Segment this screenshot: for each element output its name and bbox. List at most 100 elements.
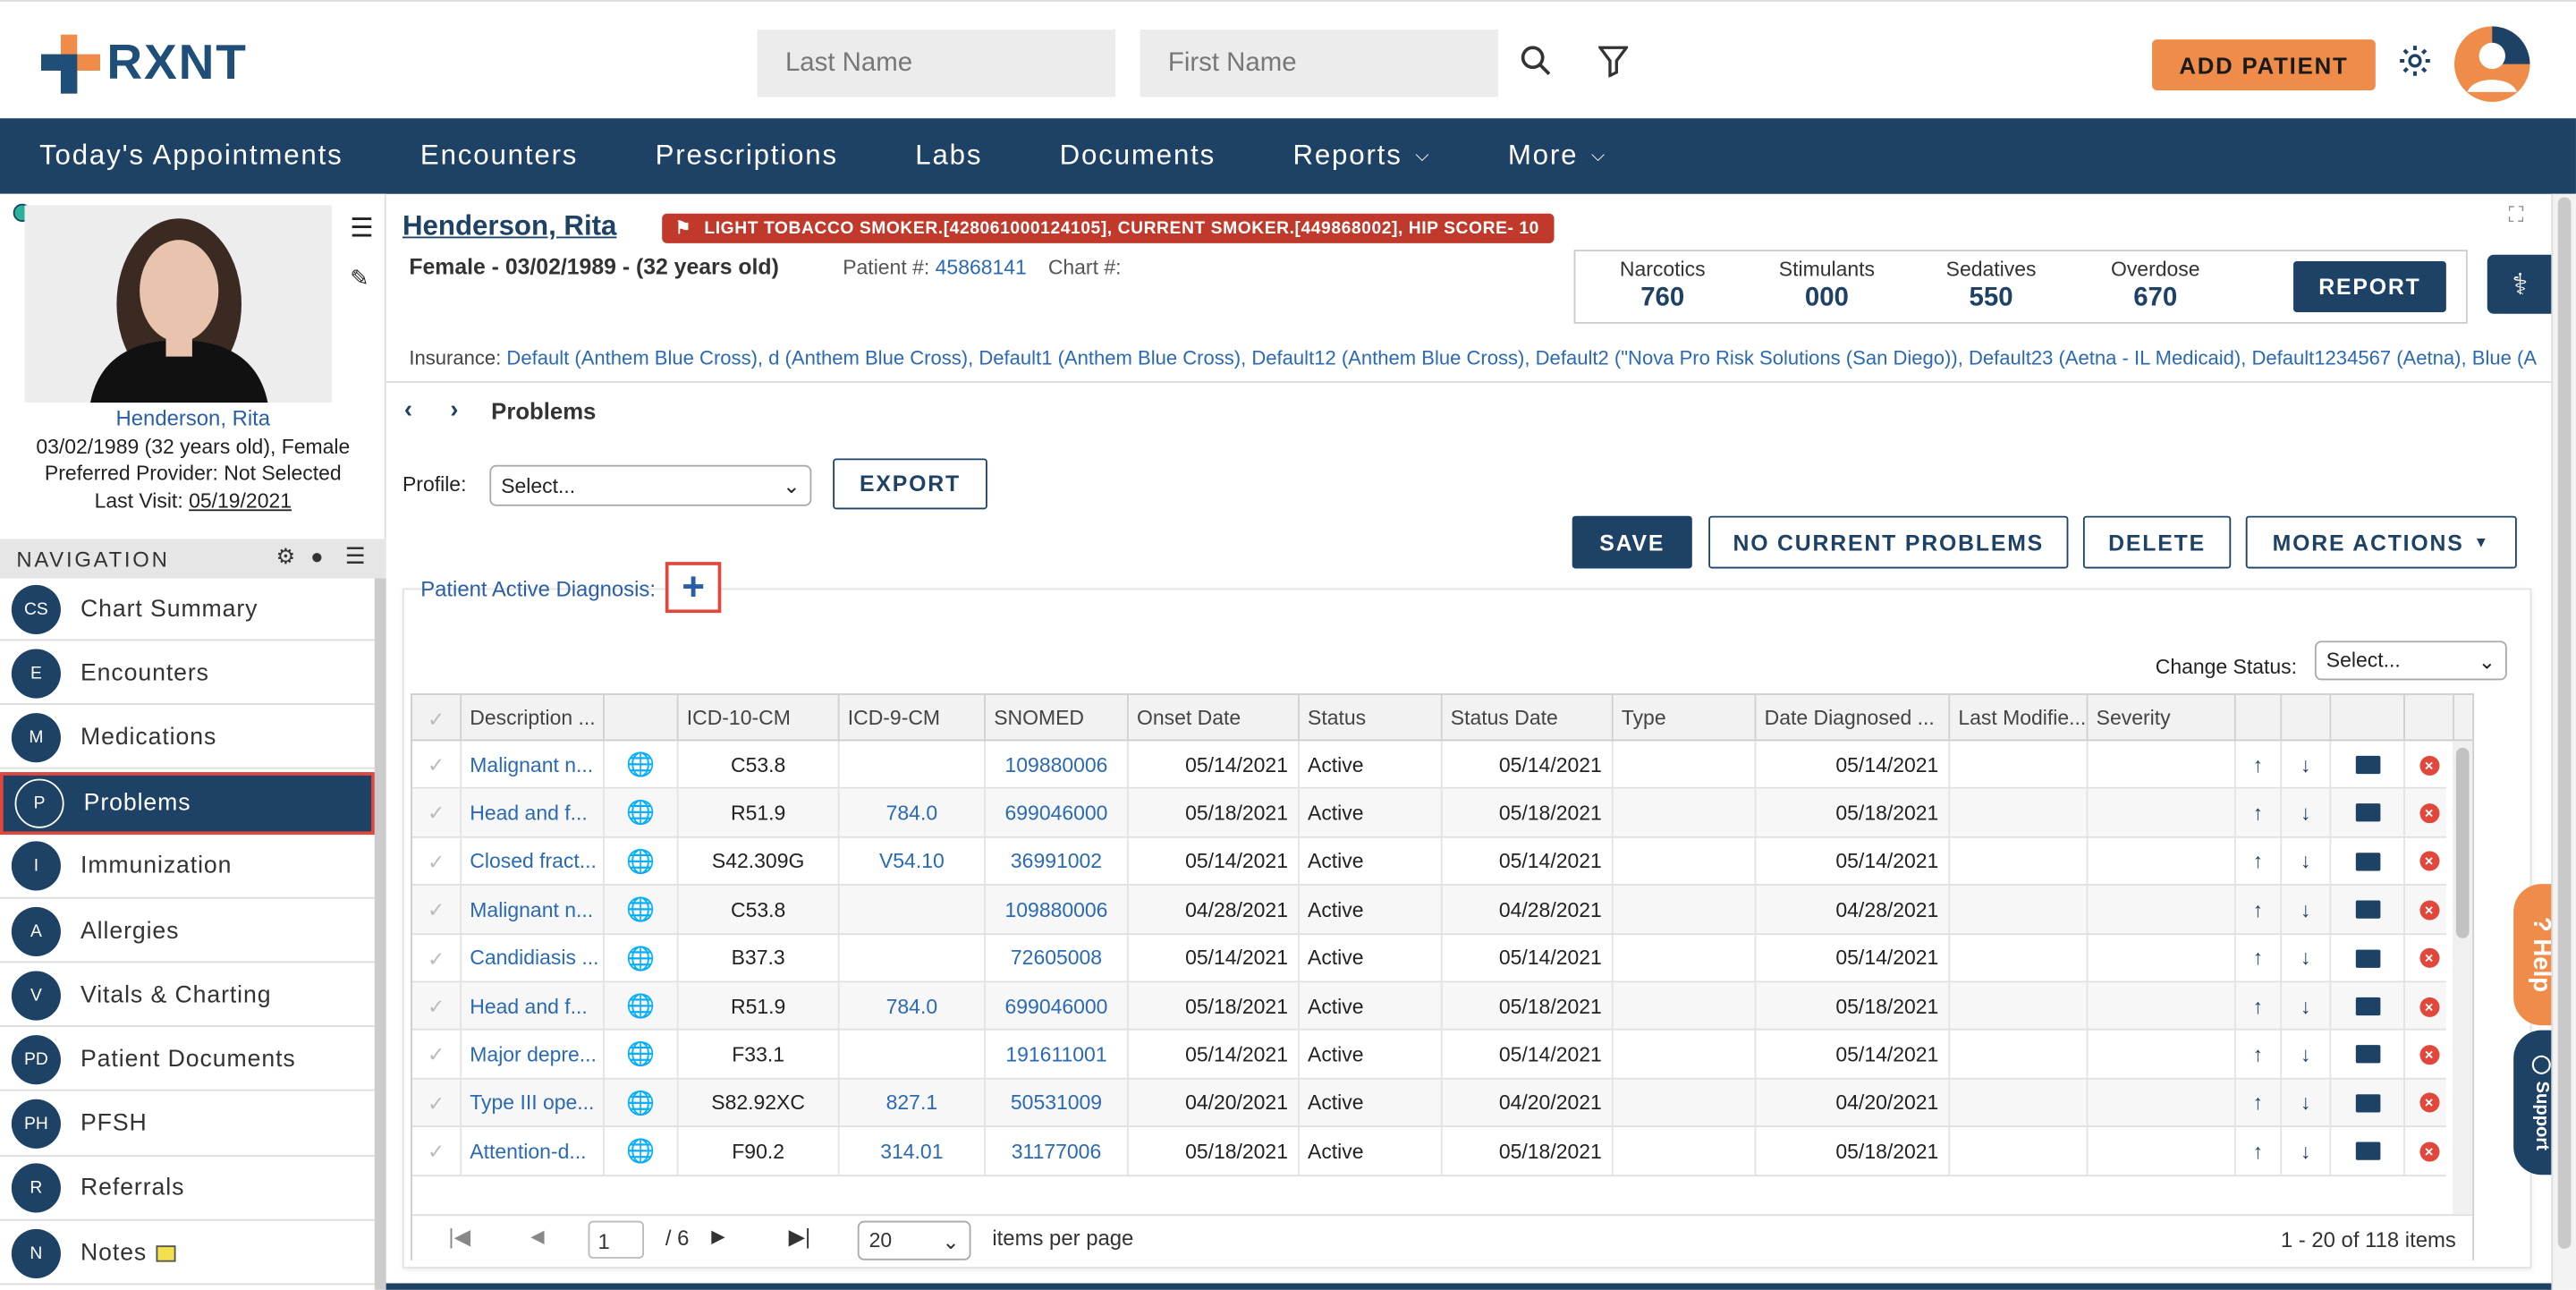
icd9-cell[interactable]: 314.01: [840, 1127, 987, 1175]
globe-icon[interactable]: 🌐: [605, 982, 679, 1031]
folder-icon[interactable]: [2331, 982, 2405, 1031]
move-up-icon[interactable]: ↑: [2236, 982, 2283, 1031]
list-icon[interactable]: ☰: [350, 212, 373, 245]
forward-icon[interactable]: ›: [450, 396, 458, 424]
description-cell[interactable]: Closed fract...: [462, 837, 605, 886]
nav-todays-appointments[interactable]: Today's Appointments: [39, 140, 343, 173]
rxnt-logo[interactable]: RXNT: [40, 34, 248, 94]
description-cell[interactable]: Head and f...: [462, 982, 605, 1031]
row-check-icon[interactable]: ✓: [412, 886, 462, 934]
page-number-input[interactable]: 1: [588, 1220, 644, 1259]
expand-icon[interactable]: ⛶: [2509, 202, 2524, 228]
nav-encounters[interactable]: Encounters: [420, 140, 578, 173]
globe-icon[interactable]: 🌐: [605, 741, 679, 789]
row-check-icon[interactable]: ✓: [412, 1031, 462, 1079]
remove-icon[interactable]: ×: [2405, 741, 2455, 789]
remove-icon[interactable]: ×: [2405, 982, 2455, 1031]
filter-icon[interactable]: [1598, 45, 1629, 78]
nav-labs[interactable]: Labs: [915, 140, 982, 173]
move-up-icon[interactable]: ↑: [2236, 837, 2283, 886]
last-visit-date[interactable]: 05/19/2021: [189, 489, 292, 513]
icd9-cell[interactable]: 784.0: [840, 789, 987, 837]
last-name-input[interactable]: [757, 30, 1116, 98]
snomed-cell[interactable]: 699046000: [986, 789, 1129, 837]
move-down-icon[interactable]: ↓: [2282, 741, 2332, 789]
description-cell[interactable]: Type III ope...: [462, 1079, 605, 1127]
table-row[interactable]: ✓ Head and f... 🌐 R51.9 784.0 699046000 05/18/…: [412, 982, 2455, 1031]
column-header[interactable]: [605, 694, 679, 742]
more-actions-button[interactable]: MORE ACTIONS ▼: [2245, 515, 2517, 569]
row-check-icon[interactable]: ✓: [412, 1079, 462, 1127]
move-down-icon[interactable]: ↓: [2282, 1127, 2332, 1175]
column-header[interactable]: Status: [1300, 694, 1443, 742]
globe-icon[interactable]: 🌐: [605, 1031, 679, 1079]
patient-name[interactable]: Henderson, Rita: [402, 210, 616, 243]
no-current-problems-button[interactable]: NO CURRENT PROBLEMS: [1708, 515, 2069, 569]
folder-icon[interactable]: [2331, 934, 2405, 982]
column-header[interactable]: ICD-10-CM: [679, 694, 840, 742]
column-header[interactable]: [2236, 694, 2283, 742]
move-up-icon[interactable]: ↑: [2236, 934, 2283, 982]
left-nav-item[interactable]: N Notes: [0, 1223, 375, 1286]
move-down-icon[interactable]: ↓: [2282, 1079, 2332, 1127]
icd9-cell[interactable]: [840, 886, 987, 934]
column-header[interactable]: ✓: [412, 694, 462, 742]
move-down-icon[interactable]: ↓: [2282, 789, 2332, 837]
left-nav-item[interactable]: A Allergies: [0, 901, 375, 963]
edit-icon[interactable]: ✎: [350, 265, 369, 293]
next-page-icon[interactable]: ▶: [711, 1226, 725, 1247]
folder-icon[interactable]: [2331, 1127, 2405, 1175]
search-icon[interactable]: [1520, 45, 1553, 78]
table-row[interactable]: ✓ Major depre... 🌐 F33.1 191611001 05/14/2021…: [412, 1031, 2455, 1080]
move-down-icon[interactable]: ↓: [2282, 837, 2332, 886]
move-up-icon[interactable]: ↑: [2236, 1031, 2283, 1079]
change-status-select[interactable]: Select... ⌄: [2314, 641, 2507, 681]
column-header[interactable]: Severity: [2088, 694, 2236, 742]
delete-button[interactable]: DELETE: [2082, 515, 2232, 569]
remove-icon[interactable]: ×: [2405, 934, 2455, 982]
description-cell[interactable]: Malignant n...: [462, 741, 605, 789]
move-down-icon[interactable]: ↓: [2282, 886, 2332, 934]
column-header[interactable]: [2405, 694, 2455, 742]
description-cell[interactable]: Major depre...: [462, 1031, 605, 1079]
row-check-icon[interactable]: ✓: [412, 982, 462, 1031]
description-cell[interactable]: Candidiasis ...: [462, 934, 605, 982]
left-patient-name[interactable]: Henderson, Rita: [0, 406, 386, 433]
left-nav-item[interactable]: PH PFSH: [0, 1093, 375, 1157]
remove-icon[interactable]: ×: [2405, 886, 2455, 934]
column-header[interactable]: ICD-9-CM: [840, 694, 987, 742]
insurance-list[interactable]: Default (Anthem Blue Cross), d (Anthem B…: [506, 347, 2537, 370]
add-patient-button[interactable]: ADD PATIENT: [2152, 39, 2376, 91]
description-cell[interactable]: Head and f...: [462, 789, 605, 837]
folder-icon[interactable]: [2331, 789, 2405, 837]
save-button[interactable]: SAVE: [1572, 515, 1692, 569]
table-row[interactable]: ✓ Candidiasis ... 🌐 B37.3 72605008 05/14/2021…: [412, 934, 2455, 983]
move-up-icon[interactable]: ↑: [2236, 1079, 2283, 1127]
left-nav-item[interactable]: P Problems: [0, 771, 375, 835]
row-check-icon[interactable]: ✓: [412, 789, 462, 837]
description-cell[interactable]: Malignant n...: [462, 886, 605, 934]
icd9-cell[interactable]: V54.10: [840, 837, 987, 886]
table-row[interactable]: ✓ Closed fract... 🌐 S42.309G V54.10 36991002 0…: [412, 837, 2455, 887]
left-nav-item[interactable]: I Immunization: [0, 836, 375, 899]
left-nav-item[interactable]: M Medications: [0, 707, 375, 770]
column-header[interactable]: SNOMED: [986, 694, 1129, 742]
icd9-cell[interactable]: [840, 1031, 987, 1079]
report-button[interactable]: REPORT: [2293, 261, 2446, 312]
folder-icon[interactable]: [2331, 1031, 2405, 1079]
profile-select[interactable]: Select... ⌄: [489, 464, 812, 506]
column-header[interactable]: [2282, 694, 2332, 742]
left-nav-item[interactable]: CS Chart Summary: [0, 579, 375, 641]
row-check-icon[interactable]: ✓: [412, 741, 462, 789]
first-page-icon[interactable]: |◀: [448, 1224, 470, 1250]
snomed-cell[interactable]: 191611001: [986, 1031, 1129, 1079]
first-name-input[interactable]: [1140, 30, 1499, 98]
add-diagnosis-button[interactable]: +: [665, 562, 722, 614]
folder-icon[interactable]: [2331, 1079, 2405, 1127]
select-all-check-icon[interactable]: ✓: [428, 706, 445, 731]
list-icon[interactable]: ☰: [345, 542, 369, 570]
table-row[interactable]: ✓ Malignant n... 🌐 C53.8 109880006 04/28/2021…: [412, 886, 2455, 935]
row-check-icon[interactable]: ✓: [412, 1127, 462, 1175]
left-nav-item[interactable]: V Vitals & Charting: [0, 964, 375, 1028]
person-icon[interactable]: ●: [310, 544, 326, 569]
